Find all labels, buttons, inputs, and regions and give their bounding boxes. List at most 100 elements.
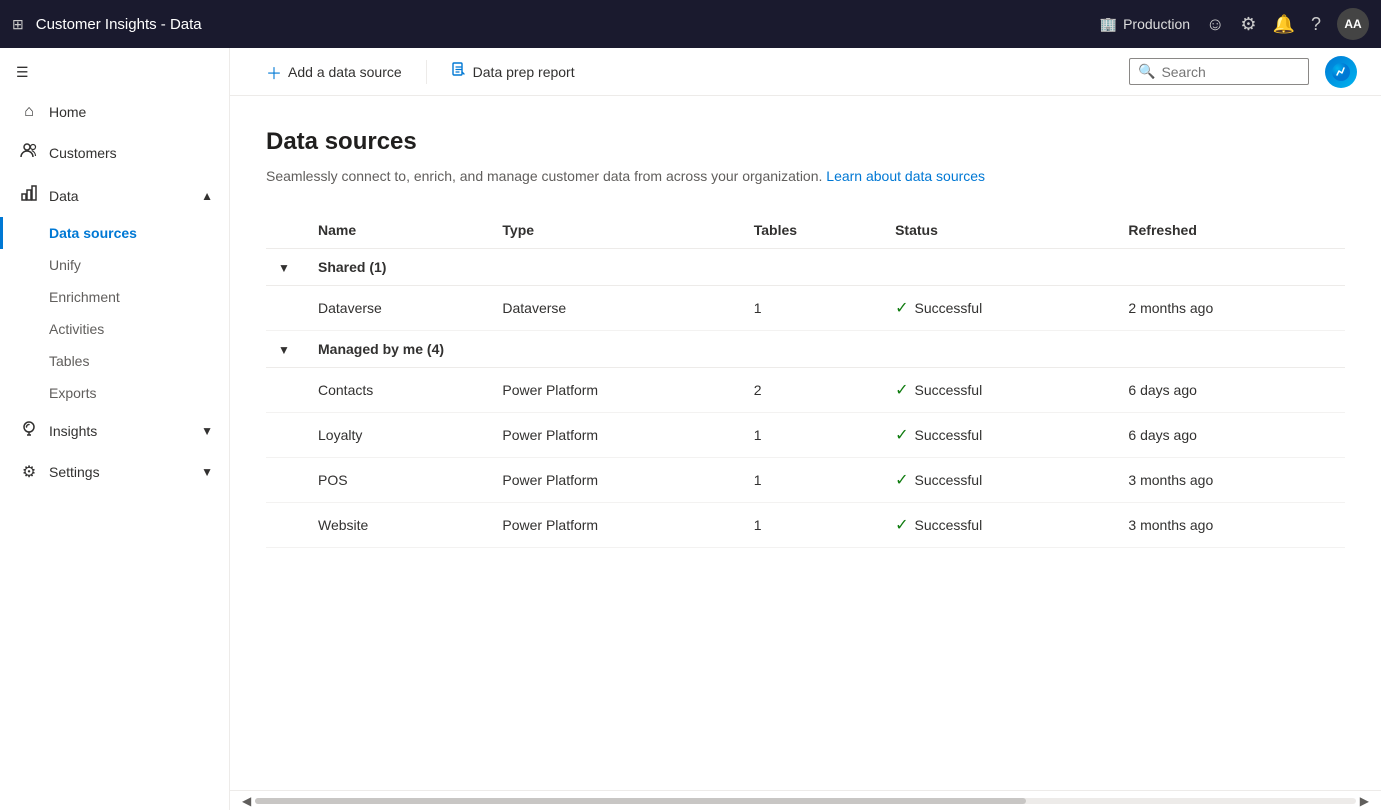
scroll-left-arrow[interactable]: ◀ <box>242 794 251 808</box>
user-avatar[interactable]: AA <box>1337 8 1369 40</box>
report-icon <box>451 62 467 81</box>
help-icon[interactable]: ? <box>1311 14 1321 35</box>
table-row: Dataverse Dataverse 1 ✓ Successful 2 mon… <box>266 286 1345 331</box>
description-text: Seamlessly connect to, enrich, and manag… <box>266 168 822 184</box>
group-chevron[interactable]: ▼ <box>266 249 306 286</box>
customers-icon <box>19 141 39 164</box>
sidebar-item-tables[interactable]: Tables <box>0 345 229 377</box>
sidebar: ☰ ⌂ Home Customers <box>0 48 230 810</box>
table-row: Website Power Platform 1 ✓ Successful 3 … <box>266 503 1345 548</box>
row-tables[interactable]: 1 <box>742 458 883 503</box>
row-name[interactable]: Contacts <box>306 368 490 413</box>
sidebar-item-enrichment[interactable]: Enrichment <box>0 281 229 313</box>
settings-icon[interactable]: ⚙ <box>1240 14 1256 35</box>
sidebar-label-unify: Unify <box>49 257 81 273</box>
row-type: Power Platform <box>490 368 741 413</box>
row-tables[interactable]: 2 <box>742 368 883 413</box>
col-refreshed: Refreshed <box>1116 212 1345 249</box>
scroll-track[interactable] <box>255 798 1356 804</box>
col-status: Status <box>883 212 1116 249</box>
sidebar-item-unify[interactable]: Unify <box>0 249 229 281</box>
search-box[interactable]: 🔍 <box>1129 58 1309 85</box>
row-name[interactable]: Loyalty <box>306 413 490 458</box>
toolbar: ＋ Add a data source Data prep report 🔍 <box>230 48 1381 96</box>
environment-selector[interactable]: 🏢 Production <box>1100 16 1190 33</box>
status-text: Successful <box>915 472 983 488</box>
col-name[interactable]: Name <box>306 212 490 249</box>
col-type: Type <box>490 212 741 249</box>
group-chevron[interactable]: ▼ <box>266 331 306 368</box>
row-name[interactable]: Website <box>306 503 490 548</box>
sidebar-item-insights[interactable]: Insights ▼ <box>0 409 229 452</box>
insights-icon <box>19 419 39 442</box>
sidebar-label-data: Data <box>49 188 79 204</box>
sidebar-label-exports: Exports <box>49 385 96 401</box>
sidebar-label-insights: Insights <box>49 423 97 439</box>
main-layout: ☰ ⌂ Home Customers <box>0 48 1381 810</box>
add-source-label: Add a data source <box>288 64 402 80</box>
data-chevron-icon: ▲ <box>201 189 213 203</box>
row-chevron <box>266 286 306 331</box>
row-tables[interactable]: 1 <box>742 503 883 548</box>
app-title: Customer Insights - Data <box>36 16 1092 33</box>
data-icon <box>19 184 39 207</box>
topbar-right: 🏢 Production ☺ ⚙ 🔔 ? AA <box>1100 8 1369 40</box>
row-tables[interactable]: 1 <box>742 286 883 331</box>
bell-icon[interactable]: 🔔 <box>1273 14 1295 35</box>
horizontal-scrollbar: ◀ ▶ <box>230 790 1381 810</box>
row-refreshed: 3 months ago <box>1116 503 1345 548</box>
status-icon: ✓ <box>895 298 908 318</box>
status-icon: ✓ <box>895 470 908 490</box>
row-type: Power Platform <box>490 413 741 458</box>
col-tables: Tables <box>742 212 883 249</box>
search-input[interactable] <box>1161 64 1300 80</box>
grid-icon[interactable]: ⊞ <box>12 16 24 33</box>
plus-icon: ＋ <box>266 60 282 84</box>
sidebar-label-tables: Tables <box>49 353 89 369</box>
scroll-thumb <box>255 798 1025 804</box>
row-refreshed: 6 days ago <box>1116 413 1345 458</box>
row-type: Power Platform <box>490 458 741 503</box>
smiley-icon[interactable]: ☺ <box>1206 14 1224 35</box>
environment-label: Production <box>1123 16 1190 32</box>
hamburger-button[interactable]: ☰ <box>0 52 229 93</box>
sidebar-item-activities[interactable]: Activities <box>0 313 229 345</box>
data-sources-table: Name Type Tables Status Refreshed <box>266 212 1345 548</box>
row-name[interactable]: Dataverse <box>306 286 490 331</box>
settings-chevron-icon: ▼ <box>201 465 213 479</box>
row-chevron <box>266 503 306 548</box>
sidebar-label-settings: Settings <box>49 464 100 480</box>
data-prep-report-button[interactable]: Data prep report <box>439 56 587 87</box>
sidebar-item-exports[interactable]: Exports <box>0 377 229 409</box>
row-status: ✓ Successful <box>883 286 1116 331</box>
sidebar-item-customers[interactable]: Customers <box>0 131 229 174</box>
learn-more-link[interactable]: Learn about data sources <box>826 168 985 184</box>
group-label: Managed by me (4) <box>306 331 1345 368</box>
status-text: Successful <box>915 517 983 533</box>
row-status: ✓ Successful <box>883 368 1116 413</box>
sidebar-label-data-sources: Data sources <box>49 225 137 241</box>
page-title: Data sources <box>266 128 1345 156</box>
content-area: ＋ Add a data source Data prep report 🔍 <box>230 48 1381 810</box>
settings-nav-icon: ⚙ <box>19 462 39 482</box>
sidebar-item-settings[interactable]: ⚙ Settings ▼ <box>0 452 229 492</box>
col-chevron <box>266 212 306 249</box>
search-icon: 🔍 <box>1138 63 1155 80</box>
sidebar-label-customers: Customers <box>49 145 117 161</box>
status-icon: ✓ <box>895 425 908 445</box>
row-name[interactable]: POS <box>306 458 490 503</box>
insights-chevron-icon: ▼ <box>201 424 213 438</box>
scroll-right-arrow[interactable]: ▶ <box>1360 794 1369 808</box>
sidebar-item-home[interactable]: ⌂ Home <box>0 93 229 131</box>
row-tables[interactable]: 1 <box>742 413 883 458</box>
add-data-source-button[interactable]: ＋ Add a data source <box>254 54 414 90</box>
sidebar-item-data-sources[interactable]: Data sources <box>0 217 229 249</box>
row-refreshed: 6 days ago <box>1116 368 1345 413</box>
status-text: Successful <box>915 427 983 443</box>
environment-icon: 🏢 <box>1100 16 1117 33</box>
sidebar-item-data[interactable]: Data ▲ <box>0 174 229 217</box>
table-group-row: ▼ Shared (1) <box>266 249 1345 286</box>
row-status: ✓ Successful <box>883 413 1116 458</box>
table-row: Loyalty Power Platform 1 ✓ Successful 6 … <box>266 413 1345 458</box>
sidebar-label-home: Home <box>49 104 86 120</box>
